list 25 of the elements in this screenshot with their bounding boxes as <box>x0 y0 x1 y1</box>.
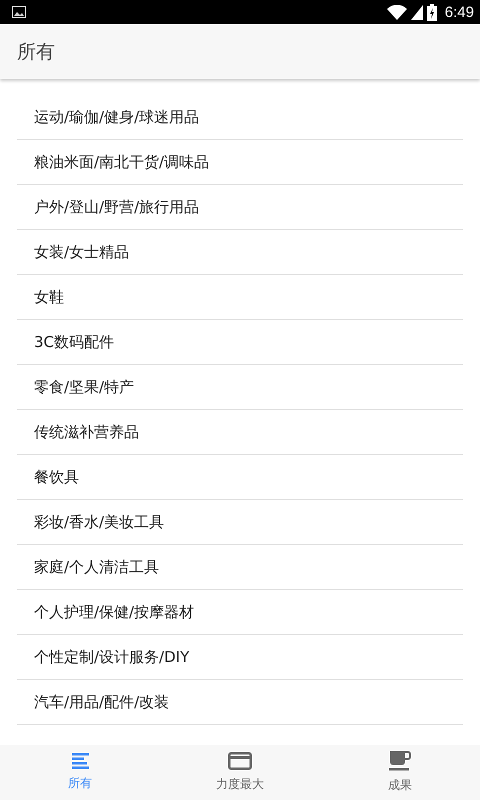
category-item[interactable]: 女装/女士精品 <box>17 230 463 275</box>
category-item[interactable]: 零食/坚果/特产 <box>17 365 463 410</box>
list-icon <box>72 753 88 769</box>
category-item[interactable]: 传统滋补营养品 <box>17 410 463 455</box>
category-item[interactable]: 汽车/用品/配件/改装 <box>17 680 463 725</box>
category-item[interactable]: 个性定制/设计服务/DIY <box>17 635 463 680</box>
category-item[interactable]: 运动/瑜伽/健身/球迷用品 <box>17 95 463 140</box>
battery-icon <box>426 4 437 20</box>
category-item[interactable]: 女鞋 <box>17 275 463 320</box>
image-icon <box>12 6 26 18</box>
category-item[interactable]: 个人护理/保健/按摩器材 <box>17 590 463 635</box>
signal-icon <box>410 4 423 20</box>
wifi-icon <box>386 4 407 20</box>
app-bar-title: 所有 <box>17 40 55 64</box>
category-item[interactable]: 彩妆/香水/美妆工具 <box>17 500 463 545</box>
category-item[interactable]: 餐饮具 <box>17 455 463 500</box>
category-item[interactable]: 3C数码配件 <box>17 320 463 365</box>
credit-card-icon <box>228 752 252 770</box>
tab[interactable]: 成果 <box>320 745 480 800</box>
clock-text: 6:49 <box>444 4 474 20</box>
category-item[interactable]: 粮油米面/南北干货/调味品 <box>17 140 463 185</box>
category-item[interactable]: 户外/登山/野营/旅行用品 <box>17 185 463 230</box>
category-item[interactable]: 家庭/个人清洁工具 <box>17 545 463 590</box>
coffee-cup-icon <box>389 751 411 771</box>
tab[interactable]: 力度最大 <box>160 745 320 800</box>
